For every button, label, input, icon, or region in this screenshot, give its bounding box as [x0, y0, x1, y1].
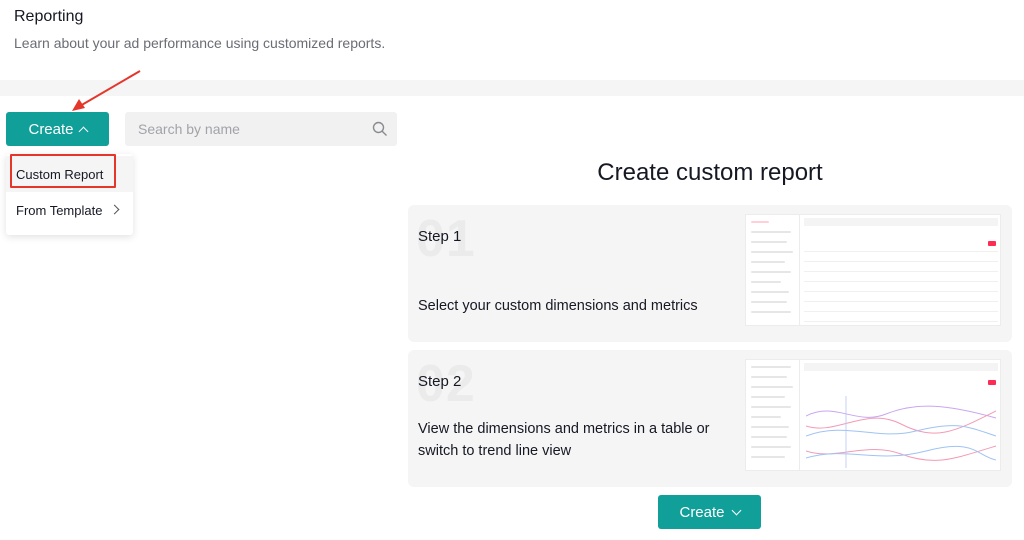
preview-line	[751, 376, 787, 378]
preview-sidebar	[746, 215, 800, 325]
preview-line	[751, 366, 791, 368]
preview-line	[751, 406, 791, 408]
preview-row	[804, 251, 998, 252]
create-report-button[interactable]: Create	[658, 495, 761, 529]
preview-line	[751, 426, 789, 428]
step-2-preview-image	[745, 359, 1001, 471]
preview-button	[988, 380, 996, 385]
search-icon[interactable]	[372, 121, 388, 137]
preview-row	[804, 321, 998, 322]
step-label: Step 2	[418, 373, 462, 390]
preview-line	[751, 301, 787, 303]
step-description: Select your custom dimensions and metric…	[418, 298, 698, 314]
preview-sidebar	[746, 360, 800, 470]
preview-line	[751, 271, 791, 273]
preview-toolbar	[804, 363, 998, 371]
preview-line	[751, 311, 791, 313]
preview-toolbar	[804, 218, 998, 226]
step-label: Step 1	[418, 228, 462, 245]
preview-line	[751, 281, 781, 283]
create-button-label: Create	[28, 120, 74, 138]
preview-line	[751, 291, 789, 293]
step-card-1: 01 Step 1 Select your custom dimensions …	[408, 205, 1012, 342]
section-divider	[0, 80, 1024, 96]
page-subtitle: Learn about your ad performance using cu…	[14, 35, 386, 51]
step-card-2: 02 Step 2 View the dimensions and metric…	[408, 350, 1012, 487]
preview-row	[804, 271, 998, 272]
preview-line	[751, 396, 785, 398]
preview-line	[751, 251, 793, 253]
preview-line	[751, 386, 793, 388]
preview-row	[804, 301, 998, 302]
preview-line	[751, 231, 791, 233]
page-title: Reporting	[14, 8, 84, 25]
create-button-label: Create	[679, 503, 725, 521]
preview-line	[751, 261, 785, 263]
preview-line	[751, 436, 787, 438]
annotation-highlight-box	[10, 154, 116, 188]
preview-line	[751, 241, 787, 243]
preview-row	[804, 311, 998, 312]
preview-line	[751, 456, 785, 458]
chevron-up-icon	[78, 126, 88, 136]
preview-line	[751, 416, 781, 418]
preview-row	[804, 291, 998, 292]
search-input[interactable]	[125, 112, 365, 146]
step-description: View the dimensions and metrics in a tab…	[418, 421, 710, 459]
preview-row	[804, 261, 998, 262]
step-1-preview-image	[745, 214, 1001, 326]
preview-line	[751, 446, 791, 448]
menu-item-from-template[interactable]: From Template	[6, 192, 133, 228]
preview-row	[804, 281, 998, 282]
search-field[interactable]	[125, 112, 397, 146]
preview-button	[988, 241, 996, 246]
preview-trend-chart	[806, 396, 996, 468]
annotation-arrow-icon	[72, 70, 141, 111]
main-title: Create custom report	[597, 159, 823, 186]
page-header: Reporting Learn about your ad performanc…	[0, 0, 1024, 80]
preview-line	[751, 221, 769, 223]
create-button[interactable]: Create	[6, 112, 109, 146]
chevron-right-icon	[109, 204, 120, 215]
menu-item-label: From Template	[16, 202, 103, 218]
chevron-down-icon	[731, 505, 741, 516]
